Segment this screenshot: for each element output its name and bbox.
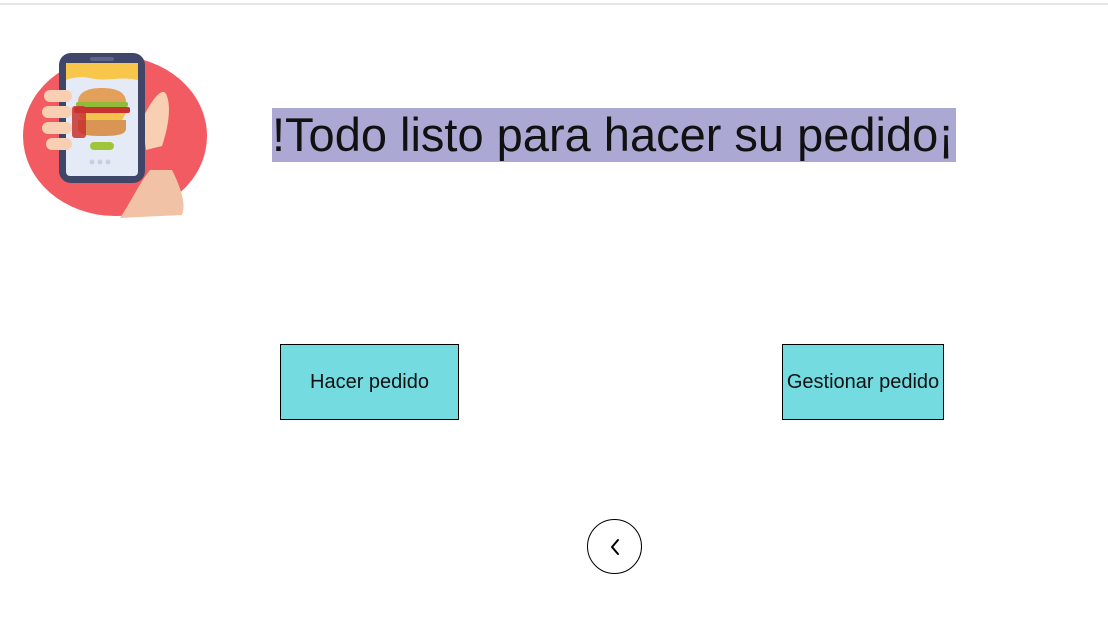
phone-burger-order-icon [23, 53, 207, 218]
page-title: !Todo listo para hacer su pedido¡ [272, 108, 956, 162]
back-button[interactable] [587, 519, 642, 574]
chevron-left-icon [610, 538, 619, 555]
top-divider [0, 3, 1108, 5]
order-home-page: !Todo listo para hacer su pedido¡ Hacer … [0, 0, 1108, 640]
gestionar-pedido-button[interactable]: Gestionar pedido [782, 344, 944, 420]
hacer-pedido-button[interactable]: Hacer pedido [280, 344, 459, 420]
